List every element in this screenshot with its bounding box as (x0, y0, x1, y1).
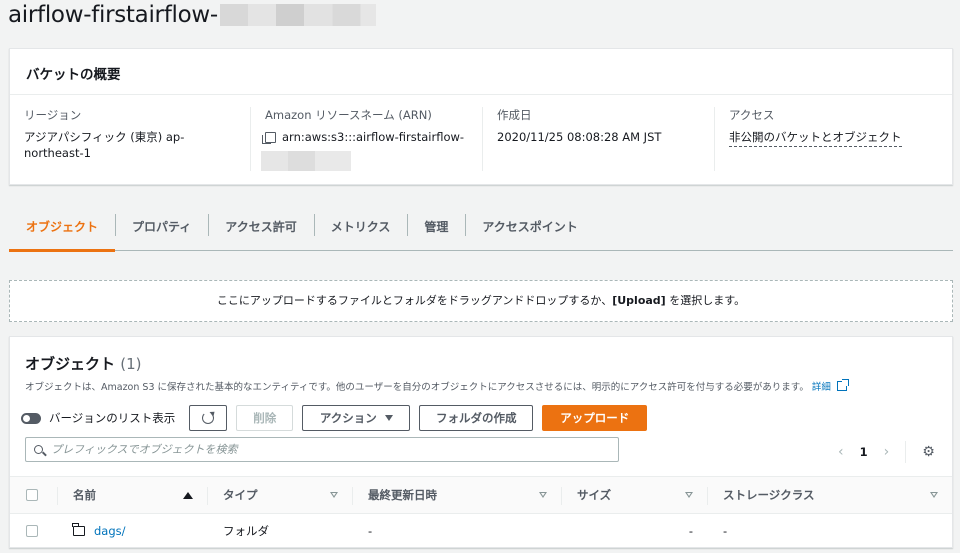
region-label: リージョン (24, 108, 82, 122)
arn-label: Amazon リソースネーム (ARN) (265, 108, 432, 122)
details-link[interactable]: 詳細 (812, 379, 831, 393)
tab-permissions[interactable]: アクセス許可 (208, 209, 313, 251)
chevron-right-icon[interactable]: › (884, 444, 890, 460)
create-folder-button[interactable]: フォルダの作成 (419, 405, 534, 431)
actions-label: アクション (319, 411, 377, 425)
objects-description-text: オブジェクトは、Amazon S3 に保存された基本的なエンティティです。他のユ… (25, 382, 809, 393)
arn-column: Amazon リソースネーム (ARN) arn:aws:s3:::airflo… (250, 107, 482, 171)
object-name-link[interactable]: dags/ (94, 524, 126, 538)
tab-access-points[interactable]: アクセスポイント (465, 209, 594, 251)
search-icon (34, 445, 43, 454)
redacted-bucket-suffix (219, 4, 376, 26)
refresh-button[interactable] (189, 405, 228, 431)
column-modified-label: 最終更新日時 (368, 488, 437, 502)
region-column: リージョン アジアパシフィック (東京) ap-northeast-1 (10, 107, 250, 171)
created-value: 2020/11/25 08:08:28 AM JST (497, 130, 662, 144)
sort-desc-icon (539, 492, 547, 498)
column-size-label: サイズ (577, 488, 612, 502)
objects-table: 名前 タイプ 最終更新日時 サイズ ストレージクラス dags/ フォルダ - … (10, 476, 952, 548)
created-label: 作成日 (497, 108, 532, 122)
actions-button[interactable]: アクション (302, 405, 411, 431)
folder-icon (72, 523, 85, 536)
column-type-label: タイプ (223, 488, 258, 502)
objects-title: オブジェクト (1) (25, 353, 142, 374)
upload-dropzone[interactable]: ここにアップロードするファイルとフォルダをドラッグアンドドロップするか、[Upl… (9, 280, 953, 322)
row-name-cell: dags/ (57, 514, 207, 548)
objects-count: (1) (120, 355, 142, 373)
object-search-box (25, 437, 619, 462)
dropzone-text-after: を選択します。 (665, 294, 746, 307)
column-size[interactable]: サイズ (561, 477, 707, 513)
bucket-tabs: オブジェクト プロパティ アクセス許可 メトリクス 管理 アクセスポイント (9, 209, 953, 252)
objects-title-text: オブジェクト (25, 355, 116, 373)
sort-desc-icon (685, 492, 693, 498)
row-size: - (688, 524, 693, 538)
row-storage-class: - (723, 524, 728, 538)
row-checkbox[interactable] (26, 525, 38, 537)
versions-toggle[interactable] (21, 412, 41, 424)
delete-button[interactable]: 削除 (236, 405, 294, 431)
chevron-left-icon[interactable]: ‹ (838, 444, 844, 460)
row-type: フォルダ (223, 524, 269, 538)
bucket-title: airflow-firstairflow- (8, 2, 376, 28)
access-column: アクセス 非公開のバケットとオブジェクト (714, 107, 946, 171)
region-value: アジアパシフィック (東京) ap-northeast-1 (24, 130, 185, 160)
column-modified[interactable]: 最終更新日時 (352, 477, 561, 513)
copy-icon[interactable] (262, 132, 276, 144)
access-value[interactable]: 非公開のバケットとオブジェクト (729, 130, 902, 147)
redacted-arn-suffix (261, 151, 351, 171)
pagination: ‹ 1 › ⚙ (838, 441, 935, 463)
external-link-icon[interactable] (836, 379, 849, 391)
sort-desc-icon (330, 492, 338, 498)
row-size-cell: - (561, 514, 707, 548)
select-all-checkbox[interactable] (26, 489, 38, 501)
arn-value: arn:aws:s3:::airflow-firstairflow- (282, 130, 465, 144)
row-storage-class-cell: - (707, 514, 952, 548)
gear-icon[interactable]: ⚙ (922, 444, 935, 460)
tab-metrics[interactable]: メトリクス (313, 209, 408, 251)
upload-button[interactable]: アップロード (542, 405, 648, 431)
objects-panel: オブジェクト (1) オブジェクトは、Amazon S3 に保存された基本的なエ… (9, 336, 953, 548)
dropzone-upload-keyword: [Upload] (612, 294, 666, 307)
row-type-cell: フォルダ (207, 514, 352, 548)
tab-objects[interactable]: オブジェクト (9, 209, 116, 252)
column-storage-class[interactable]: ストレージクラス (707, 477, 952, 513)
row-select-cell (10, 514, 57, 548)
pager-divider (905, 441, 907, 463)
current-page-number[interactable]: 1 (860, 445, 868, 459)
objects-description: オブジェクトは、Amazon S3 に保存された基本的なエンティティです。他のユ… (25, 379, 849, 393)
column-name[interactable]: 名前 (57, 477, 207, 513)
caret-down-icon (384, 415, 393, 421)
refresh-icon (202, 412, 215, 424)
row-modified: - (368, 524, 373, 538)
bucket-title-text: airflow-firstairflow- (8, 2, 218, 28)
tab-properties[interactable]: プロパティ (115, 209, 208, 251)
column-storage-class-label: ストレージクラス (723, 488, 815, 502)
overview-header: バケットの概要 (10, 49, 952, 95)
access-label: アクセス (729, 108, 775, 122)
table-row: dags/ フォルダ - - - (10, 514, 952, 548)
column-name-label: 名前 (73, 488, 96, 502)
select-all-cell (10, 477, 57, 513)
created-column: 作成日 2020/11/25 08:08:28 AM JST (482, 107, 714, 171)
objects-toolbar: バージョンのリスト表示 削除 アクション フォルダの作成 アップロード (21, 405, 656, 431)
tab-management[interactable]: 管理 (407, 209, 465, 251)
row-modified-cell: - (352, 514, 561, 548)
sort-desc-icon (930, 492, 938, 498)
sort-asc-icon (183, 491, 193, 499)
object-search-input[interactable] (51, 443, 591, 456)
versions-toggle-label: バージョンのリスト表示 (49, 411, 176, 425)
table-header: 名前 タイプ 最終更新日時 サイズ ストレージクラス (10, 476, 952, 514)
dropzone-text-before: ここにアップロードするファイルとフォルダをドラッグアンドドロップするか、 (216, 294, 613, 307)
bucket-overview-panel: バケットの概要 リージョン アジアパシフィック (東京) ap-northeas… (9, 48, 953, 185)
column-type[interactable]: タイプ (207, 477, 352, 513)
